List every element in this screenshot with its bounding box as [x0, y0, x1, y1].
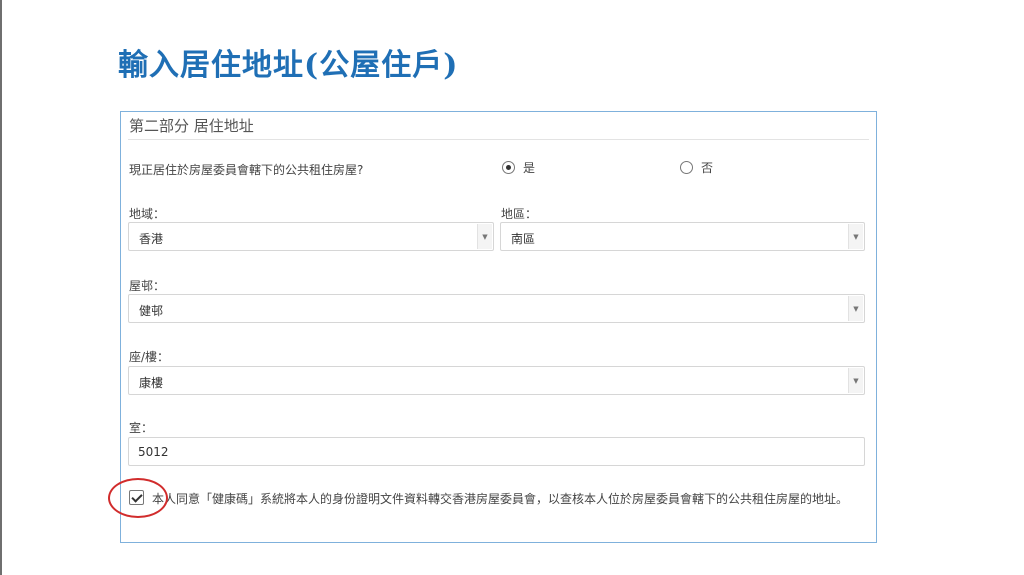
- radio-no-label: 否: [701, 161, 714, 175]
- radio-no-indicator[interactable]: [680, 161, 693, 174]
- block-label: 座/樓：: [129, 350, 170, 364]
- radio-yes[interactable]: 是: [502, 159, 535, 176]
- chevron-down-icon[interactable]: ▼: [848, 368, 863, 393]
- chevron-down-icon[interactable]: ▼: [848, 224, 863, 249]
- chevron-down-icon[interactable]: ▼: [477, 224, 492, 249]
- chevron-down-icon[interactable]: ▼: [848, 296, 863, 321]
- radio-no[interactable]: 否: [680, 159, 713, 176]
- district-label: 地區：: [501, 207, 538, 221]
- block-select[interactable]: 康樓 ▼: [128, 366, 865, 395]
- section-divider: [128, 139, 869, 140]
- district-select-value: 南區: [511, 232, 536, 246]
- slide-left-border: [0, 0, 2, 575]
- slide-title: 輸入居住地址(公屋住戶): [118, 48, 459, 83]
- district-select[interactable]: 南區 ▼: [500, 222, 865, 251]
- consent-text: 本人同意「健康碼」系統將本人的身份證明文件資料轉交香港房屋委員會，以查核本人位於…: [152, 492, 849, 506]
- region-label: 地域：: [129, 207, 166, 221]
- estate-label: 屋邨：: [129, 279, 166, 293]
- red-annotation-circle: [108, 478, 168, 518]
- radio-yes-label: 是: [523, 161, 536, 175]
- residential-address-form: 第二部分 居住地址 現正居住於房屋委員會轄下的公共租住房屋? 是 否 地域： 香…: [120, 111, 877, 543]
- region-select-value: 香港: [139, 232, 164, 246]
- estate-select[interactable]: 健邨 ▼: [128, 294, 865, 323]
- estate-select-value: 健邨: [139, 304, 164, 318]
- block-select-value: 康樓: [139, 376, 164, 390]
- section-heading: 第二部分 居住地址: [129, 117, 254, 135]
- public-housing-question: 現正居住於房屋委員會轄下的公共租住房屋?: [129, 163, 364, 177]
- flat-input[interactable]: [128, 437, 865, 466]
- flat-label: 室：: [129, 421, 154, 435]
- radio-yes-indicator[interactable]: [502, 161, 515, 174]
- region-select[interactable]: 香港 ▼: [128, 222, 494, 251]
